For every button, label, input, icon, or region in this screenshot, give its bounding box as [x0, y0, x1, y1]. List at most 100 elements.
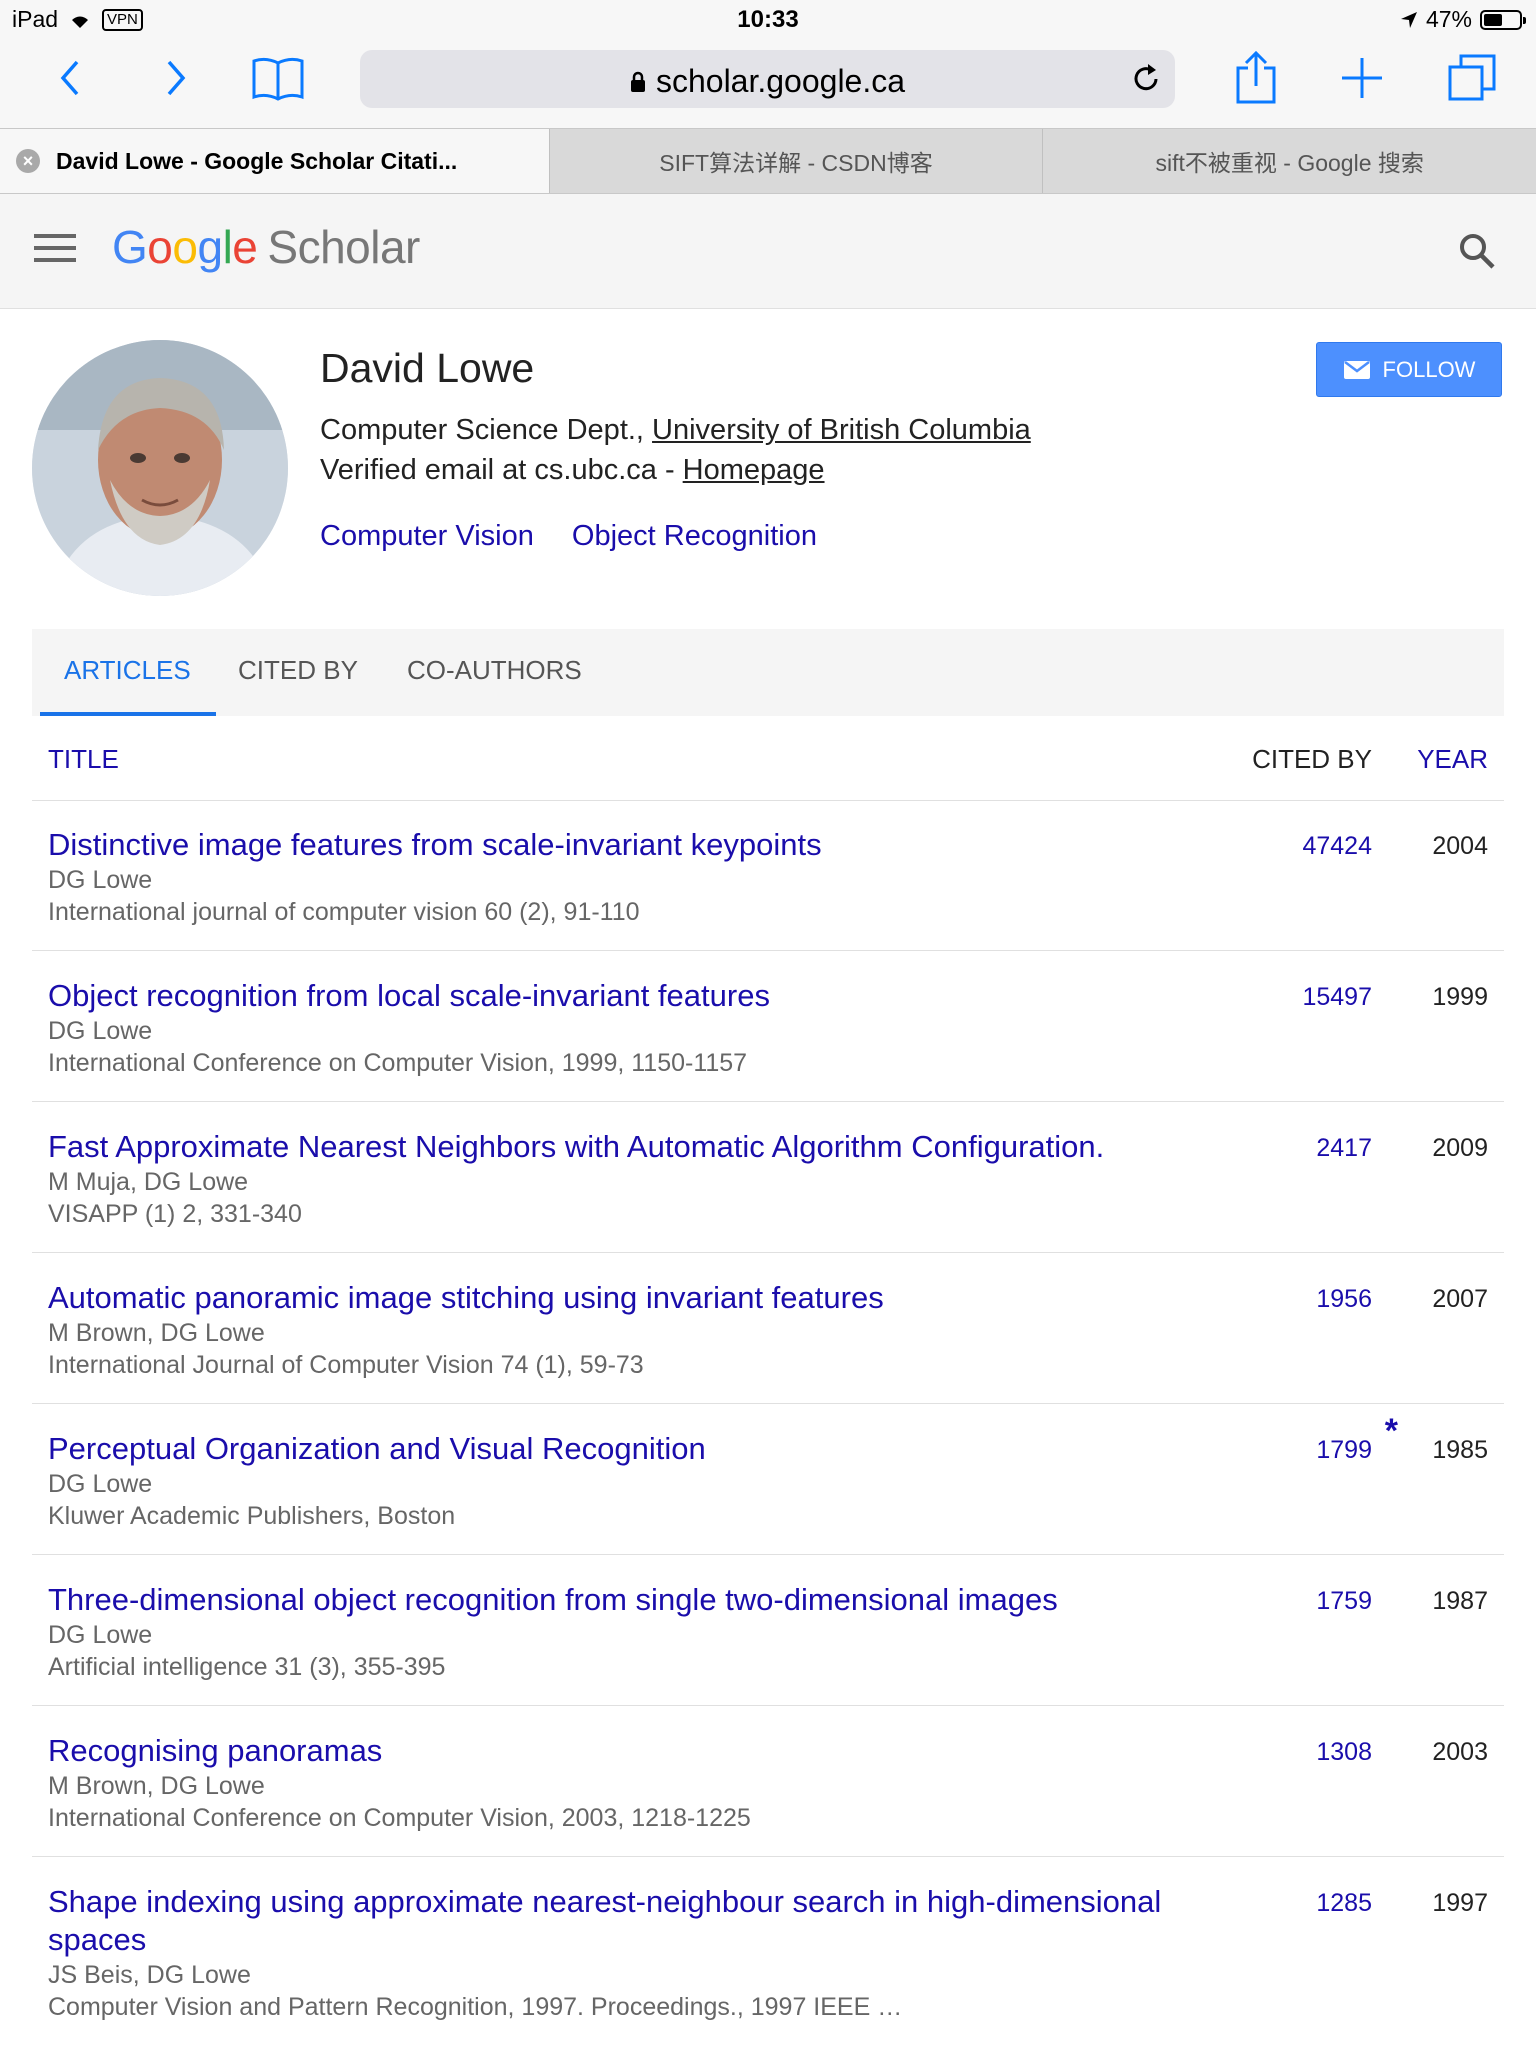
- article-year: 1997: [1432, 1889, 1488, 1917]
- table-row: Object recognition from local scale-inva…: [32, 951, 1504, 1102]
- location-icon: [1400, 11, 1417, 28]
- article-venue: Computer Vision and Pattern Recognition,…: [48, 1993, 903, 2021]
- follow-label: FOLLOW: [1382, 356, 1476, 382]
- reload-icon[interactable]: [1129, 62, 1163, 96]
- tab-articles[interactable]: ARTICLES: [64, 655, 191, 686]
- new-tab-button[interactable]: [1334, 50, 1390, 106]
- close-tab-icon[interactable]: ×: [16, 149, 40, 173]
- back-button[interactable]: [42, 50, 98, 106]
- article-authors: DG Lowe: [48, 1017, 153, 1045]
- logo-scholar: Scholar: [267, 221, 420, 273]
- article-meta: M Brown, DG Lowe International Conference…: [48, 1770, 751, 1834]
- article-venue: International journal of computer vision…: [48, 898, 640, 926]
- article-meta: DG Lowe International Conference on Compu…: [48, 1015, 747, 1079]
- citation-count[interactable]: 15497: [1302, 983, 1372, 1012]
- address-bar[interactable]: scholar.google.ca: [360, 50, 1175, 108]
- tab-label: sift不被重视 - Google 搜索: [1155, 150, 1424, 176]
- article-meta: DG Lowe Kluwer Academic Publishers, Bosto…: [48, 1468, 455, 1532]
- citation-count[interactable]: 1956: [1316, 1285, 1372, 1314]
- bookmarks-icon: [252, 57, 304, 101]
- active-tab-indicator: [40, 712, 216, 716]
- article-year: 2007: [1432, 1285, 1488, 1313]
- bookmarks-button[interactable]: [250, 50, 306, 106]
- profile-photo: [32, 340, 288, 596]
- article-title[interactable]: Three-dimensional object recognition fro…: [48, 1581, 1228, 1619]
- browser-tab-csdn[interactable]: SIFT算法详解 - CSDN博客: [548, 129, 1043, 193]
- article-year: 2003: [1432, 1738, 1488, 1766]
- article-title[interactable]: Recognising panoramas: [48, 1732, 1228, 1770]
- article-authors: DG Lowe: [48, 1621, 153, 1649]
- share-icon: [1236, 50, 1276, 104]
- avatar: [32, 340, 288, 596]
- merged-citations-marker[interactable]: *: [1385, 1412, 1398, 1451]
- article-meta: JS Beis, DG Lowe Computer Vision and Patt…: [48, 1959, 902, 2023]
- browser-tab-google-search[interactable]: sift不被重视 - Google 搜索: [1042, 129, 1536, 193]
- article-authors: M Muja, DG Lowe: [48, 1168, 249, 1196]
- url-display[interactable]: scholar.google.ca: [360, 63, 1175, 100]
- citation-count[interactable]: 1799: [1316, 1436, 1372, 1465]
- status-right: 47%: [1400, 6, 1526, 33]
- affiliation-prefix: Computer Science Dept.,: [320, 414, 653, 446]
- citation-count[interactable]: 47424: [1302, 832, 1372, 861]
- mail-icon: [1343, 360, 1370, 379]
- menu-icon[interactable]: [34, 234, 76, 270]
- tab-label: SIFT算法详解 - CSDN博客: [659, 150, 933, 176]
- forward-button[interactable]: [148, 50, 204, 106]
- google-scholar-logo[interactable]: Google Scholar: [112, 220, 420, 274]
- article-year: 1987: [1432, 1587, 1488, 1615]
- lock-icon: [630, 71, 645, 92]
- article-meta: DG Lowe International journal of computer…: [48, 864, 640, 928]
- article-authors: DG Lowe: [48, 1470, 153, 1498]
- profile-name: David Lowe: [320, 345, 535, 391]
- article-venue: International Conference on Computer Vis…: [48, 1049, 748, 1077]
- article-venue: International Conference on Computer Vis…: [48, 1804, 751, 1832]
- citation-count[interactable]: 2417: [1316, 1134, 1372, 1163]
- profile-email: Verified email at cs.ubc.ca - Homepage: [320, 454, 825, 487]
- profile-section-tabs: ARTICLES CITED BY CO-AUTHORS: [32, 629, 1504, 716]
- tab-co-authors[interactable]: CO-AUTHORS: [407, 655, 582, 686]
- battery-percent: 47%: [1425, 6, 1472, 32]
- article-meta: M Brown, DG Lowe International Journal of…: [48, 1317, 644, 1381]
- table-row: Recognising panoramas M Brown, DG Lowe In…: [32, 1706, 1504, 1857]
- interest-object-recognition[interactable]: Object Recognition: [572, 520, 817, 552]
- status-bar: iPad VPN 10:33 47%: [0, 0, 1536, 40]
- tab-label: David Lowe - Google Scholar Citati...: [56, 147, 458, 174]
- search-icon[interactable]: [1458, 232, 1496, 270]
- sort-by-year[interactable]: YEAR: [1417, 744, 1488, 775]
- browser-tab-scholar[interactable]: × David Lowe - Google Scholar Citati...: [0, 129, 549, 193]
- affiliation-link[interactable]: University of British Columbia: [652, 414, 1031, 446]
- article-year: 2004: [1432, 832, 1488, 860]
- citation-count[interactable]: 1285: [1316, 1889, 1372, 1918]
- citation-count[interactable]: 1759: [1316, 1587, 1372, 1616]
- tab-cited-by[interactable]: CITED BY: [238, 655, 358, 686]
- article-title[interactable]: Perceptual Organization and Visual Recog…: [48, 1430, 1228, 1468]
- article-title[interactable]: Shape indexing using approximate nearest…: [48, 1883, 1228, 1959]
- battery-fill: [1484, 13, 1502, 26]
- article-meta: M Muja, DG Lowe VISAPP (1) 2, 331-340: [48, 1166, 302, 1230]
- citation-count[interactable]: 1308: [1316, 1738, 1372, 1767]
- article-year: 1985: [1432, 1436, 1488, 1464]
- article-year: 2009: [1432, 1134, 1488, 1162]
- article-venue: Artificial intelligence 31 (3), 355-395: [48, 1653, 446, 1681]
- logo-google: Google: [112, 221, 258, 273]
- homepage-link[interactable]: Homepage: [683, 454, 825, 486]
- article-year: 1999: [1432, 983, 1488, 1011]
- article-authors: JS Beis, DG Lowe: [48, 1961, 251, 1989]
- email-text: Verified email at cs.ubc.ca -: [320, 454, 683, 486]
- articles-list: Distinctive image features from scale-in…: [32, 800, 1504, 2021]
- interest-computer-vision[interactable]: Computer Vision: [320, 520, 534, 552]
- article-authors: M Brown, DG Lowe: [48, 1772, 265, 1800]
- article-title[interactable]: Object recognition from local scale-inva…: [48, 977, 1228, 1015]
- tabs-button[interactable]: [1444, 50, 1500, 106]
- table-row: Shape indexing using approximate nearest…: [32, 1857, 1504, 2021]
- research-interests: Computer Vision Object Recognition: [320, 520, 847, 553]
- follow-button[interactable]: FOLLOW: [1316, 342, 1502, 397]
- article-title[interactable]: Distinctive image features from scale-in…: [48, 826, 1228, 864]
- article-title[interactable]: Automatic panoramic image stitching usin…: [48, 1279, 1228, 1317]
- sort-by-title[interactable]: TITLE: [48, 744, 119, 775]
- share-button[interactable]: [1228, 50, 1284, 106]
- article-authors: M Brown, DG Lowe: [48, 1319, 265, 1347]
- battery-icon: [1480, 9, 1526, 30]
- article-title[interactable]: Fast Approximate Nearest Neighbors with …: [48, 1128, 1228, 1166]
- url-text: scholar.google.ca: [655, 63, 906, 99]
